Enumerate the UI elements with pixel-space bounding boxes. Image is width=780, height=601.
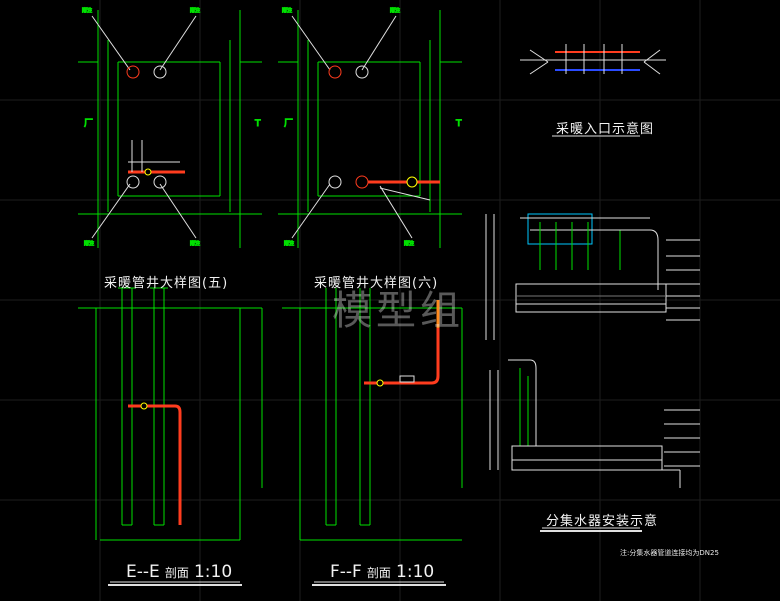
section-label-e-e: E--E 剖面 1:10 — [126, 562, 232, 582]
watermark-text: 模型组 — [332, 288, 464, 334]
title-manifold-installation: 分集水器安装示意 — [546, 514, 659, 529]
section-f-f-name: F--F — [330, 562, 362, 582]
svg-text:T: T — [455, 119, 462, 129]
svg-text:T: T — [254, 119, 261, 129]
section-f-f-scale: 1:10 — [396, 562, 435, 582]
svg-text:附注: 附注 — [190, 7, 200, 14]
section-e-e-word: 剖面 — [164, 566, 189, 580]
svg-text:附注: 附注 — [404, 240, 414, 247]
svg-text:附注: 附注 — [390, 7, 400, 14]
svg-text:附注: 附注 — [284, 240, 294, 247]
svg-text:厂: 厂 — [284, 118, 293, 129]
section-label-f-f: F--F 剖面 1:10 — [330, 562, 434, 582]
section-f-f-word: 剖面 — [366, 566, 391, 580]
svg-text:附注: 附注 — [84, 240, 94, 247]
svg-text:厂: 厂 — [84, 118, 93, 129]
section-e-e-scale: 1:10 — [193, 562, 233, 582]
svg-text:附注: 附注 — [190, 240, 200, 247]
title-detail-5: 采暖管井大样图(五) — [104, 276, 229, 291]
title-heating-entrance: 采暖入口示意图 — [556, 122, 655, 137]
svg-text:附注: 附注 — [282, 7, 292, 14]
note-dn25: 注:分集水器管道连接均为DN25 — [620, 549, 719, 557]
svg-text:附注: 附注 — [82, 7, 92, 14]
section-e-e-name: E--E — [126, 562, 160, 582]
